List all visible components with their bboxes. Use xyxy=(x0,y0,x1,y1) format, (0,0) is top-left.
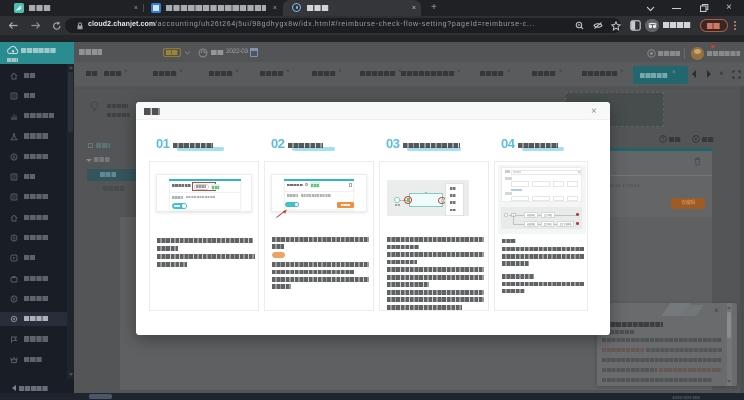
svg-text:?: ? xyxy=(662,137,665,143)
